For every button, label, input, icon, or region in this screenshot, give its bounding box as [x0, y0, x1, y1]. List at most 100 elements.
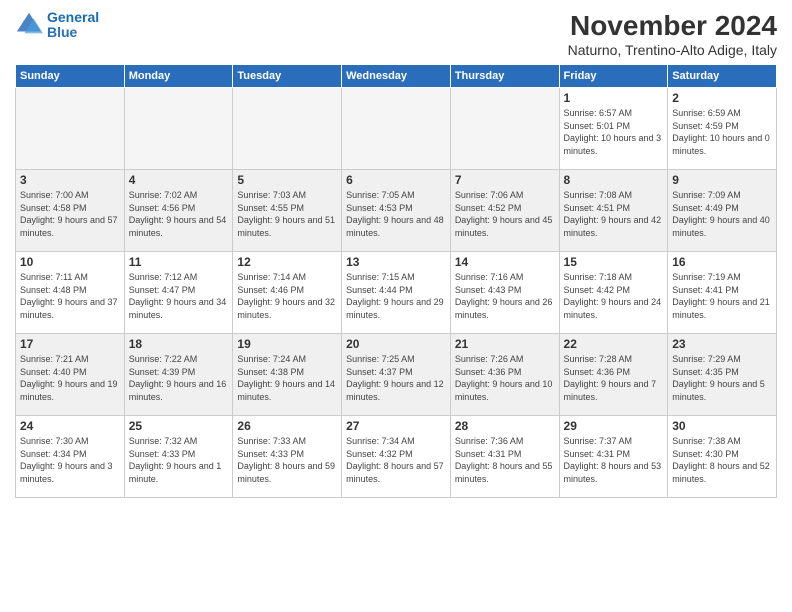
day-number: 10	[20, 255, 120, 269]
day-cell: 7 Sunrise: 7:06 AMSunset: 4:52 PMDayligh…	[450, 170, 559, 252]
day-cell: 17 Sunrise: 7:21 AMSunset: 4:40 PMDaylig…	[16, 334, 125, 416]
day-number: 21	[455, 337, 555, 351]
day-cell: 22 Sunrise: 7:28 AMSunset: 4:36 PMDaylig…	[559, 334, 668, 416]
week-row-3: 17 Sunrise: 7:21 AMSunset: 4:40 PMDaylig…	[16, 334, 777, 416]
logo-icon	[15, 11, 43, 39]
day-info: Sunrise: 7:03 AMSunset: 4:55 PMDaylight:…	[237, 189, 337, 239]
day-cell: 8 Sunrise: 7:08 AMSunset: 4:51 PMDayligh…	[559, 170, 668, 252]
day-number: 9	[672, 173, 772, 187]
day-info: Sunrise: 7:26 AMSunset: 4:36 PMDaylight:…	[455, 353, 555, 403]
day-info: Sunrise: 7:15 AMSunset: 4:44 PMDaylight:…	[346, 271, 446, 321]
day-info: Sunrise: 7:19 AMSunset: 4:41 PMDaylight:…	[672, 271, 772, 321]
day-info: Sunrise: 7:29 AMSunset: 4:35 PMDaylight:…	[672, 353, 772, 403]
day-cell: 20 Sunrise: 7:25 AMSunset: 4:37 PMDaylig…	[342, 334, 451, 416]
day-info: Sunrise: 7:06 AMSunset: 4:52 PMDaylight:…	[455, 189, 555, 239]
day-number: 6	[346, 173, 446, 187]
day-number: 20	[346, 337, 446, 351]
day-number: 7	[455, 173, 555, 187]
day-info: Sunrise: 7:14 AMSunset: 4:46 PMDaylight:…	[237, 271, 337, 321]
week-row-0: 1 Sunrise: 6:57 AMSunset: 5:01 PMDayligh…	[16, 88, 777, 170]
day-number: 25	[129, 419, 229, 433]
day-info: Sunrise: 7:21 AMSunset: 4:40 PMDaylight:…	[20, 353, 120, 403]
day-number: 30	[672, 419, 772, 433]
location: Naturno, Trentino-Alto Adige, Italy	[568, 42, 777, 58]
day-number: 4	[129, 173, 229, 187]
day-number: 26	[237, 419, 337, 433]
logo-text: General Blue	[47, 10, 99, 41]
day-number: 28	[455, 419, 555, 433]
day-info: Sunrise: 6:57 AMSunset: 5:01 PMDaylight:…	[564, 107, 664, 157]
day-info: Sunrise: 7:09 AMSunset: 4:49 PMDaylight:…	[672, 189, 772, 239]
day-info: Sunrise: 7:36 AMSunset: 4:31 PMDaylight:…	[455, 435, 555, 485]
col-tuesday: Tuesday	[233, 65, 342, 88]
col-wednesday: Wednesday	[342, 65, 451, 88]
day-info: Sunrise: 7:34 AMSunset: 4:32 PMDaylight:…	[346, 435, 446, 485]
week-row-1: 3 Sunrise: 7:00 AMSunset: 4:58 PMDayligh…	[16, 170, 777, 252]
day-cell: 29 Sunrise: 7:37 AMSunset: 4:31 PMDaylig…	[559, 416, 668, 498]
day-cell: 25 Sunrise: 7:32 AMSunset: 4:33 PMDaylig…	[124, 416, 233, 498]
col-sunday: Sunday	[16, 65, 125, 88]
day-number: 5	[237, 173, 337, 187]
day-info: Sunrise: 7:33 AMSunset: 4:33 PMDaylight:…	[237, 435, 337, 485]
day-info: Sunrise: 7:02 AMSunset: 4:56 PMDaylight:…	[129, 189, 229, 239]
calendar-table: Sunday Monday Tuesday Wednesday Thursday…	[15, 64, 777, 498]
col-friday: Friday	[559, 65, 668, 88]
day-cell: 5 Sunrise: 7:03 AMSunset: 4:55 PMDayligh…	[233, 170, 342, 252]
day-info: Sunrise: 7:05 AMSunset: 4:53 PMDaylight:…	[346, 189, 446, 239]
month-title: November 2024	[568, 10, 777, 42]
day-info: Sunrise: 7:00 AMSunset: 4:58 PMDaylight:…	[20, 189, 120, 239]
day-number: 18	[129, 337, 229, 351]
day-number: 23	[672, 337, 772, 351]
day-info: Sunrise: 7:12 AMSunset: 4:47 PMDaylight:…	[129, 271, 229, 321]
day-cell: 26 Sunrise: 7:33 AMSunset: 4:33 PMDaylig…	[233, 416, 342, 498]
logo: General Blue	[15, 10, 99, 41]
header-row: Sunday Monday Tuesday Wednesday Thursday…	[16, 65, 777, 88]
day-number: 16	[672, 255, 772, 269]
day-cell: 16 Sunrise: 7:19 AMSunset: 4:41 PMDaylig…	[668, 252, 777, 334]
day-cell	[124, 88, 233, 170]
page: General Blue November 2024 Naturno, Tren…	[0, 0, 792, 612]
day-number: 12	[237, 255, 337, 269]
day-cell: 1 Sunrise: 6:57 AMSunset: 5:01 PMDayligh…	[559, 88, 668, 170]
day-number: 15	[564, 255, 664, 269]
day-info: Sunrise: 6:59 AMSunset: 4:59 PMDaylight:…	[672, 107, 772, 157]
day-cell: 28 Sunrise: 7:36 AMSunset: 4:31 PMDaylig…	[450, 416, 559, 498]
day-info: Sunrise: 7:11 AMSunset: 4:48 PMDaylight:…	[20, 271, 120, 321]
day-cell: 24 Sunrise: 7:30 AMSunset: 4:34 PMDaylig…	[16, 416, 125, 498]
day-number: 19	[237, 337, 337, 351]
day-number: 2	[672, 91, 772, 105]
day-info: Sunrise: 7:30 AMSunset: 4:34 PMDaylight:…	[20, 435, 120, 485]
day-cell: 21 Sunrise: 7:26 AMSunset: 4:36 PMDaylig…	[450, 334, 559, 416]
col-thursday: Thursday	[450, 65, 559, 88]
day-cell: 30 Sunrise: 7:38 AMSunset: 4:30 PMDaylig…	[668, 416, 777, 498]
day-number: 27	[346, 419, 446, 433]
day-cell: 6 Sunrise: 7:05 AMSunset: 4:53 PMDayligh…	[342, 170, 451, 252]
logo-line1: General	[47, 9, 99, 25]
day-cell: 18 Sunrise: 7:22 AMSunset: 4:39 PMDaylig…	[124, 334, 233, 416]
logo-line2: Blue	[47, 24, 77, 40]
week-row-4: 24 Sunrise: 7:30 AMSunset: 4:34 PMDaylig…	[16, 416, 777, 498]
day-number: 11	[129, 255, 229, 269]
day-number: 13	[346, 255, 446, 269]
day-info: Sunrise: 7:24 AMSunset: 4:38 PMDaylight:…	[237, 353, 337, 403]
title-block: November 2024 Naturno, Trentino-Alto Adi…	[568, 10, 777, 58]
day-info: Sunrise: 7:22 AMSunset: 4:39 PMDaylight:…	[129, 353, 229, 403]
day-number: 1	[564, 91, 664, 105]
header: General Blue November 2024 Naturno, Tren…	[15, 10, 777, 58]
day-info: Sunrise: 7:08 AMSunset: 4:51 PMDaylight:…	[564, 189, 664, 239]
day-cell: 14 Sunrise: 7:16 AMSunset: 4:43 PMDaylig…	[450, 252, 559, 334]
day-number: 8	[564, 173, 664, 187]
week-row-2: 10 Sunrise: 7:11 AMSunset: 4:48 PMDaylig…	[16, 252, 777, 334]
day-cell: 27 Sunrise: 7:34 AMSunset: 4:32 PMDaylig…	[342, 416, 451, 498]
day-info: Sunrise: 7:28 AMSunset: 4:36 PMDaylight:…	[564, 353, 664, 403]
day-info: Sunrise: 7:18 AMSunset: 4:42 PMDaylight:…	[564, 271, 664, 321]
day-cell	[450, 88, 559, 170]
day-cell: 4 Sunrise: 7:02 AMSunset: 4:56 PMDayligh…	[124, 170, 233, 252]
day-number: 29	[564, 419, 664, 433]
day-cell: 15 Sunrise: 7:18 AMSunset: 4:42 PMDaylig…	[559, 252, 668, 334]
day-info: Sunrise: 7:37 AMSunset: 4:31 PMDaylight:…	[564, 435, 664, 485]
day-cell: 12 Sunrise: 7:14 AMSunset: 4:46 PMDaylig…	[233, 252, 342, 334]
day-cell: 9 Sunrise: 7:09 AMSunset: 4:49 PMDayligh…	[668, 170, 777, 252]
col-saturday: Saturday	[668, 65, 777, 88]
day-cell: 2 Sunrise: 6:59 AMSunset: 4:59 PMDayligh…	[668, 88, 777, 170]
